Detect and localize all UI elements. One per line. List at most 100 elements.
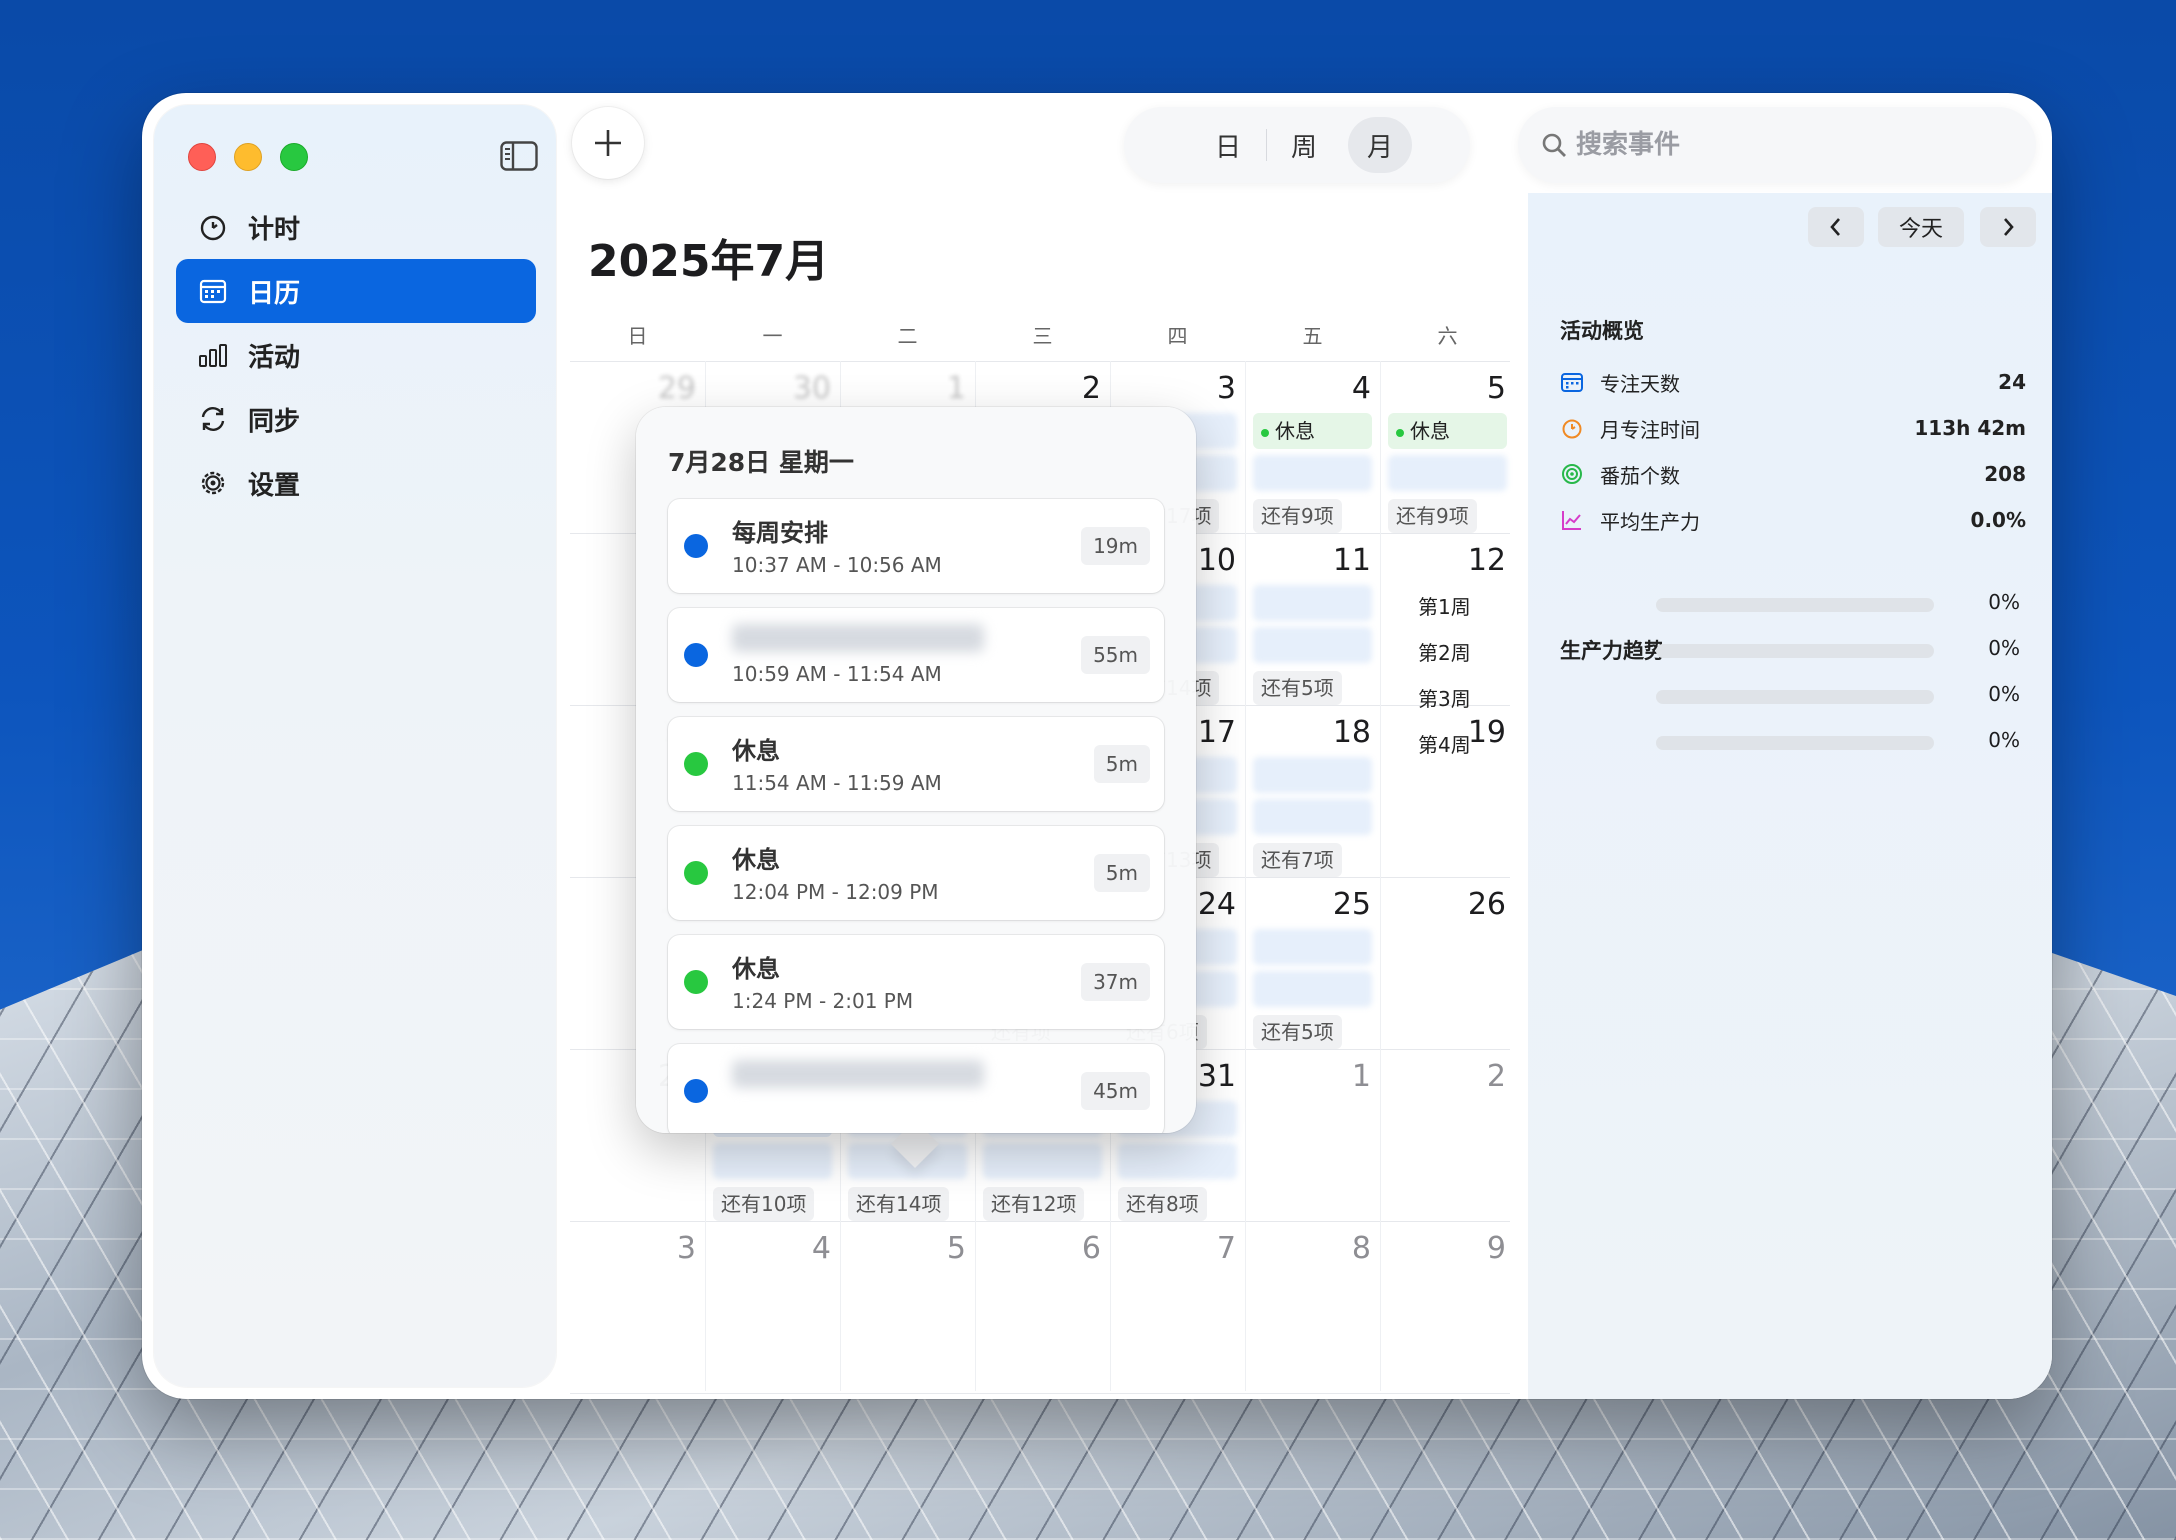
- day-number: 26: [1467, 887, 1506, 922]
- day-cell[interactable]: 11 还有5项: [1245, 533, 1380, 705]
- trend-week-label: 第3周: [1418, 686, 1471, 711]
- trend-week-value: 0%: [1988, 590, 2020, 614]
- event-card[interactable]: 45m: [668, 1044, 1164, 1133]
- sidebar-item-timer[interactable]: 计时: [176, 195, 536, 259]
- event-name-redacted: [732, 1060, 984, 1088]
- sync-icon: [201, 407, 225, 431]
- event-chip[interactable]: [983, 1143, 1102, 1179]
- event-card[interactable]: 休息 1:24 PM - 2:01 PM 37m: [668, 935, 1164, 1029]
- sidebar-item-sync[interactable]: 同步: [176, 387, 536, 451]
- plus-icon: [595, 130, 621, 156]
- event-chip[interactable]: [1388, 455, 1507, 491]
- view-month-button[interactable]: 月: [1348, 117, 1412, 173]
- day-cell[interactable]: 4: [705, 1221, 840, 1393]
- more-events-badge[interactable]: 还有8项: [1118, 1187, 1207, 1221]
- day-number: 8: [1351, 1231, 1371, 1266]
- day-number: 3: [1216, 371, 1236, 406]
- view-day-button[interactable]: 日: [1196, 117, 1260, 173]
- event-time: 1:24 PM - 2:01 PM: [732, 989, 914, 1013]
- day-number: 5: [946, 1231, 966, 1266]
- day-cell[interactable]: 5: [840, 1221, 975, 1393]
- event-chip[interactable]: 休息: [1253, 413, 1372, 449]
- event-card[interactable]: 休息 12:04 PM - 12:09 PM 5m: [668, 826, 1164, 920]
- more-events-badge[interactable]: 还有14项: [848, 1187, 950, 1221]
- day-number: 3: [676, 1231, 696, 1266]
- trend-week-value: 0%: [1988, 728, 2020, 752]
- event-chip-label: 休息: [1275, 419, 1315, 443]
- close-window-button[interactable]: [188, 143, 216, 171]
- sidebar-item-label: 日历: [248, 278, 301, 309]
- search-icon: [1542, 133, 1566, 157]
- day-cell[interactable]: 26: [1380, 877, 1515, 1049]
- gear-icon: [201, 471, 225, 495]
- day-cell[interactable]: 4 休息 还有9项: [1245, 361, 1380, 533]
- event-chip[interactable]: [1253, 627, 1372, 663]
- search-input[interactable]: [1576, 130, 1996, 160]
- sidebar-item-label: 同步: [248, 406, 301, 437]
- sidebar-toggle-icon[interactable]: [500, 141, 538, 171]
- more-events-badge[interactable]: 还有10项: [713, 1187, 815, 1221]
- day-cell[interactable]: 5 休息 还有9项: [1380, 361, 1515, 533]
- event-chip[interactable]: [713, 1143, 832, 1179]
- previous-month-button[interactable]: [1808, 207, 1864, 247]
- day-cell[interactable]: 25 还有5项: [1245, 877, 1380, 1049]
- more-events-badge[interactable]: 还有9项: [1253, 499, 1342, 533]
- calendar-icon: [199, 279, 227, 304]
- sidebar-item-activity[interactable]: 活动: [176, 323, 536, 387]
- app-window: 计时 日历 活动 同步 设置 日 周 月 2025年7月 日一二三四五六2930…: [142, 93, 2052, 1399]
- minimize-window-button[interactable]: [234, 143, 262, 171]
- chevron-right-icon: [2004, 218, 2014, 236]
- sidebar-item-settings[interactable]: 设置: [176, 451, 536, 515]
- event-chip[interactable]: [1253, 585, 1372, 621]
- weekday-header: 日: [627, 324, 648, 348]
- day-cell[interactable]: 7: [1110, 1221, 1245, 1393]
- event-chip[interactable]: [1118, 1143, 1237, 1179]
- event-chip[interactable]: [1253, 799, 1372, 835]
- more-events-badge[interactable]: 还有9项: [1388, 499, 1477, 533]
- day-cell[interactable]: 1: [1245, 1049, 1380, 1221]
- day-number: 11: [1332, 543, 1371, 578]
- event-card[interactable]: 休息 11:54 AM - 11:59 AM 5m: [668, 717, 1164, 811]
- day-cell[interactable]: 6: [975, 1221, 1110, 1393]
- day-cell[interactable]: 2: [1380, 1049, 1515, 1221]
- event-duration-badge: 19m: [1081, 527, 1150, 565]
- more-events-badge[interactable]: 还有12项: [983, 1187, 1085, 1221]
- event-chip[interactable]: 休息: [1388, 413, 1507, 449]
- stat-focus-days: 专注天数 24: [1560, 365, 2026, 399]
- search-bar: [1518, 107, 2036, 183]
- day-cell[interactable]: 9: [1380, 1221, 1515, 1393]
- more-events-badge[interactable]: 还有7项: [1253, 843, 1342, 877]
- sidebar-item-label: 活动: [248, 342, 301, 373]
- sidebar-item-calendar[interactable]: 日历: [176, 259, 536, 323]
- event-duration-badge: 5m: [1093, 854, 1150, 892]
- event-card[interactable]: 每周安排 10:37 AM - 10:56 AM 19m: [668, 499, 1164, 593]
- day-number: 9: [1486, 1231, 1506, 1266]
- view-week-button[interactable]: 周: [1272, 117, 1336, 173]
- target-icon: [1562, 464, 1582, 484]
- day-cell[interactable]: 8: [1245, 1221, 1380, 1393]
- today-button[interactable]: 今天: [1878, 207, 1964, 247]
- stat-value: 208: [1984, 462, 2026, 486]
- event-chip[interactable]: [1253, 757, 1372, 793]
- add-event-button[interactable]: [572, 107, 644, 179]
- zoom-window-button[interactable]: [280, 143, 308, 171]
- event-chip[interactable]: [1253, 929, 1372, 965]
- day-cell[interactable]: 18 还有7项: [1245, 705, 1380, 877]
- sidebar-item-label: 计时: [248, 214, 301, 245]
- stat-label: 月专注时间: [1600, 417, 1700, 442]
- day-number: 18: [1332, 715, 1371, 750]
- stat-focus-time: 月专注时间 113h 42m: [1560, 411, 2026, 445]
- divider: [1266, 129, 1267, 161]
- trend-progress-bar: [1656, 598, 1934, 612]
- event-chip[interactable]: [1253, 971, 1372, 1007]
- event-chip[interactable]: [1253, 455, 1372, 491]
- event-color-dot: [684, 752, 708, 776]
- next-month-button[interactable]: [1980, 207, 2036, 247]
- stat-value: 24: [1998, 370, 2026, 394]
- event-card[interactable]: 10:59 AM - 11:54 AM 55m: [668, 608, 1164, 702]
- more-events-badge[interactable]: 还有5项: [1253, 1015, 1342, 1049]
- more-events-badge[interactable]: 还有5项: [1253, 671, 1342, 705]
- calendar-icon: [1561, 373, 1583, 392]
- weekday-header: 六: [1437, 324, 1458, 348]
- day-cell[interactable]: 3: [570, 1221, 705, 1393]
